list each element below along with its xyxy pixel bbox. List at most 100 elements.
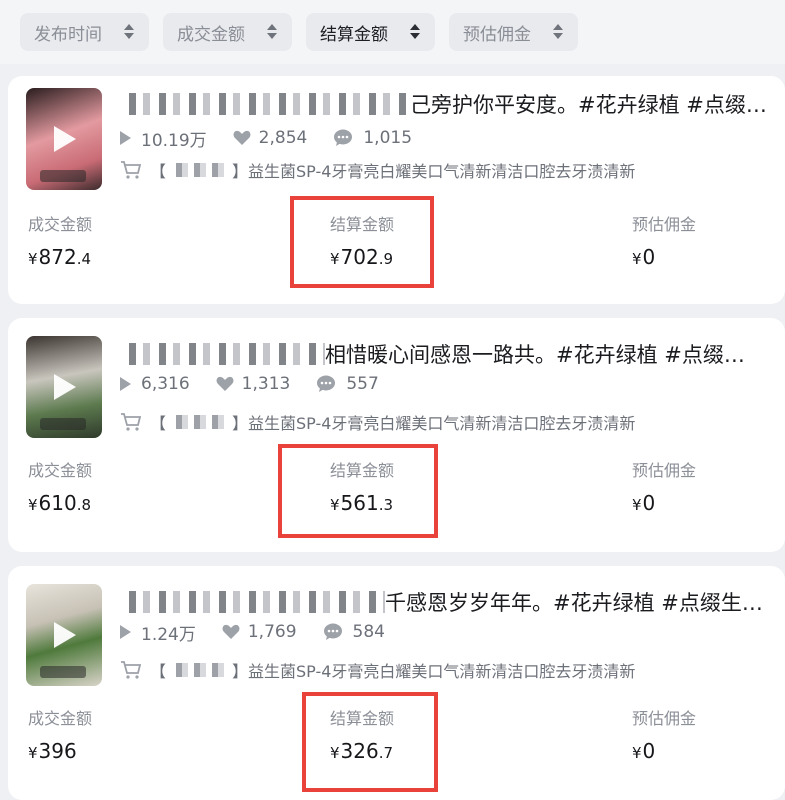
sort-icon — [409, 24, 421, 40]
video-thumbnail[interactable] — [26, 584, 102, 686]
views-count: 10.19万 — [141, 130, 207, 151]
comments-stat: 584 — [323, 622, 385, 642]
video-title-text: 千感恩岁岁年年。#花卉绿植 #点缀生… — [385, 591, 763, 615]
order-card[interactable]: 己旁护你平安度。#花卉绿植 #点缀… 10.19万 2,854 1,015 【 】… — [8, 76, 785, 304]
video-thumbnail[interactable] — [26, 336, 102, 438]
commission-label: 预估佣金 — [632, 709, 697, 728]
redaction-mask — [40, 666, 86, 678]
product-link[interactable]: 【 】益生菌SP-4牙膏亮白耀美口气清新清洁口腔去牙渍清新 — [120, 158, 635, 182]
video-thumbnail[interactable] — [26, 88, 102, 190]
commission: 预估佣金 ¥0 — [632, 708, 696, 764]
product-link[interactable]: 【 】益生菌SP-4牙膏亮白耀美口气清新清洁口腔去牙渍清新 — [120, 658, 635, 682]
comments-count: 1,015 — [363, 128, 413, 148]
product-bracket-open: 【 — [150, 162, 167, 181]
sort-icon — [552, 24, 564, 40]
heart-icon — [222, 624, 240, 640]
likes-count: 2,854 — [258, 128, 308, 148]
deal-amount-value: ¥396 — [28, 739, 77, 763]
filter-label: 成交金额 — [177, 24, 245, 45]
video-stats: 6,316 1,313 557 — [120, 372, 405, 396]
redaction-mask — [40, 418, 86, 430]
cart-icon — [120, 660, 142, 680]
order-card[interactable]: 千感恩岁岁年年。#花卉绿植 #点缀生… 1.24万 1,769 584 【 】益生… — [8, 566, 785, 800]
sort-icon — [123, 24, 135, 40]
sort-icon — [266, 24, 278, 40]
highlight-box — [278, 444, 438, 538]
deal-amount: 成交金额 ¥610.8 — [28, 460, 92, 516]
video-stats: 10.19万 2,854 1,015 — [120, 126, 438, 151]
deal-amount: 成交金额 ¥396 — [28, 708, 92, 764]
redaction-mosaic — [170, 415, 229, 429]
deal-amount-value: ¥872.4 — [28, 245, 92, 269]
filter-publish-time[interactable]: 发布时间 — [20, 13, 149, 51]
commission-value: ¥0 — [632, 491, 656, 515]
views-stat: 10.19万 — [120, 126, 207, 151]
video-title-text: 相惜暖心间感恩一路共。#花卉绿植 #点缀… — [325, 343, 745, 367]
deal-amount-label: 成交金额 — [28, 461, 93, 480]
views-count: 6,316 — [141, 374, 190, 394]
filter-settle-amount[interactable]: 结算金额 — [306, 13, 435, 51]
views-count: 1.24万 — [141, 624, 196, 645]
play-icon — [54, 374, 76, 400]
comment-icon — [323, 623, 343, 641]
redaction-mosaic — [120, 93, 410, 115]
product-title: 】益生菌SP-4牙膏亮白耀美口气清新清洁口腔去牙渍清新 — [232, 662, 636, 681]
redaction-mosaic — [170, 663, 229, 677]
comments-count: 584 — [352, 622, 385, 642]
product-bracket-open: 【 — [150, 662, 167, 681]
video-title[interactable]: 相惜暖心间感恩一路共。#花卉绿植 #点缀… — [120, 340, 775, 370]
comments-stat: 557 — [316, 374, 379, 394]
cart-icon — [120, 160, 142, 180]
filter-label: 发布时间 — [34, 24, 102, 45]
likes-stat: 2,854 — [233, 128, 308, 148]
highlight-box — [290, 196, 434, 288]
views-stat: 6,316 — [120, 374, 190, 394]
commission-label: 预估佣金 — [632, 215, 697, 234]
commission-label: 预估佣金 — [632, 461, 697, 480]
highlight-box — [302, 692, 438, 792]
filter-label: 结算金额 — [320, 24, 388, 45]
deal-amount: 成交金额 ¥872.4 — [28, 214, 92, 270]
commission: 预估佣金 ¥0 — [632, 460, 696, 516]
heart-icon — [216, 376, 234, 392]
deal-amount-value: ¥610.8 — [28, 491, 92, 515]
likes-count: 1,769 — [247, 622, 297, 642]
redaction-mosaic — [120, 343, 325, 365]
likes-stat: 1,313 — [216, 374, 291, 394]
comments-stat: 1,015 — [333, 128, 412, 148]
comment-icon — [333, 129, 353, 147]
play-count-icon — [120, 377, 131, 391]
commission-value: ¥0 — [632, 245, 656, 269]
views-stat: 1.24万 — [120, 620, 196, 645]
deal-amount-label: 成交金额 — [28, 215, 93, 234]
comment-icon — [316, 375, 336, 393]
order-card[interactable]: 相惜暖心间感恩一路共。#花卉绿植 #点缀… 6,316 1,313 557 【 】… — [8, 318, 785, 552]
play-count-icon — [120, 131, 131, 145]
filter-bar: 发布时间 成交金额 结算金额 预估佣金 — [0, 0, 785, 64]
comments-count: 557 — [346, 374, 379, 394]
product-title: 】益生菌SP-4牙膏亮白耀美口气清新清洁口腔去牙渍清新 — [232, 414, 636, 433]
commission-value: ¥0 — [632, 739, 656, 763]
deal-amount-label: 成交金额 — [28, 709, 93, 728]
heart-icon — [233, 130, 251, 146]
filter-commission[interactable]: 预估佣金 — [449, 13, 578, 51]
likes-count: 1,313 — [241, 374, 291, 394]
play-icon — [54, 126, 76, 152]
likes-stat: 1,769 — [222, 622, 297, 642]
video-title-text: 己旁护你平安度。#花卉绿植 #点缀… — [410, 93, 767, 117]
product-title: 】益生菌SP-4牙膏亮白耀美口气清新清洁口腔去牙渍清新 — [232, 162, 636, 181]
redaction-mosaic — [170, 163, 229, 177]
video-title[interactable]: 己旁护你平安度。#花卉绿植 #点缀… — [120, 90, 775, 120]
video-stats: 1.24万 1,769 584 — [120, 620, 411, 645]
commission: 预估佣金 ¥0 — [632, 214, 696, 270]
play-count-icon — [120, 625, 131, 639]
play-icon — [54, 622, 76, 648]
video-title[interactable]: 千感恩岁岁年年。#花卉绿植 #点缀生… — [120, 588, 775, 618]
filter-label: 预估佣金 — [463, 24, 531, 45]
redaction-mask — [40, 170, 86, 182]
filter-deal-amount[interactable]: 成交金额 — [163, 13, 292, 51]
cart-icon — [120, 412, 142, 432]
redaction-mosaic — [120, 591, 385, 613]
product-link[interactable]: 【 】益生菌SP-4牙膏亮白耀美口气清新清洁口腔去牙渍清新 — [120, 410, 635, 434]
product-bracket-open: 【 — [150, 414, 167, 433]
